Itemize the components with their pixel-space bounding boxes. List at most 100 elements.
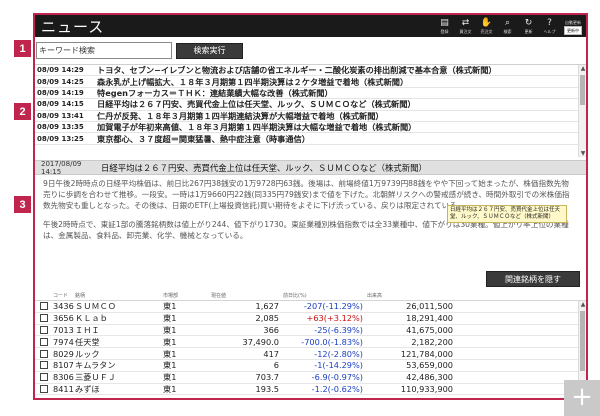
hide-related-stocks-button[interactable]: 関連銘柄を隠す xyxy=(486,271,580,287)
cell-code: 8411 xyxy=(53,383,74,394)
article-body: 9日午後2時時点の日経平均株価は、前日比267円38銭安の1万9728円63銭。… xyxy=(35,175,586,269)
search-execute-button[interactable]: 検索実行 xyxy=(176,42,243,59)
related-stocks-table: コード 銘柄 市場部 現在値 前日比(%) 出来高 3436 ＳＵＭＣＯ 東1 1,6… xyxy=(35,290,586,398)
row-checkbox[interactable] xyxy=(40,302,48,311)
cell-price: 417 xyxy=(263,348,279,359)
article-date: 2017/08/09 14:15 xyxy=(41,159,82,176)
scroll-thumb[interactable] xyxy=(580,311,585,371)
cell-market: 東1 xyxy=(163,301,177,312)
news-headline: 特egenフォーカス＝ＴＨＫ：連結業績大幅な改善（株式新聞） xyxy=(97,87,333,98)
cell-volume: 121,784,000 xyxy=(400,348,453,359)
search-icon: ⌕ xyxy=(504,17,511,28)
callout-badge-1: 1 xyxy=(14,40,31,57)
table-row[interactable]: 8029 ルック 東1 417 -12(-2.80%) 121,784,000 xyxy=(35,348,586,360)
cell-name: ＳＵＭＣＯ xyxy=(75,301,116,312)
sell-button[interactable]: ✋ 売注文 xyxy=(478,18,495,35)
cell-change: -207(-11.29%) xyxy=(303,301,363,312)
cell-name: 三菱ＵＦＪ xyxy=(75,372,116,383)
news-window: ニュース ▤ 登録 ⇄ 買注文 ✋ 売注文 ⌕ 検索 ↻ 更新 ? ヘルプ 自動… xyxy=(33,13,588,400)
cell-name: キムラタン xyxy=(75,360,116,371)
cell-volume: 42,486,300 xyxy=(406,372,453,383)
cell-code: 7013 xyxy=(53,324,74,335)
doc-icon: ▤ xyxy=(440,17,449,28)
cell-name: ルック xyxy=(75,348,100,359)
table-row[interactable]: 3436 ＳＵＭＣＯ 東1 1,627 -207(-11.29%) 26,011,500 xyxy=(35,301,586,313)
cell-code: 8029 xyxy=(53,348,74,359)
search-button[interactable]: ⌕ 検索 xyxy=(499,18,516,35)
table-row[interactable]: 8411 みずほ 東1 193.5 -1.2(-0.62%) 110,933,900 xyxy=(35,384,586,396)
cell-code: 3436 xyxy=(53,301,74,312)
table-row[interactable]: 7974 任天堂 東1 37,490.0 -700.0(-1.83%) 2,182,200 xyxy=(35,336,586,349)
cell-price: 193.5 xyxy=(255,383,279,394)
cell-change: -1(-14.29%) xyxy=(314,360,363,371)
news-row[interactable]: 08/09 13:25 東京都心、３７度超＝関東猛暑、熱中症注意（時事通信） xyxy=(35,133,586,145)
table-header: コード 銘柄 市場部 現在値 前日比(%) 出来高 xyxy=(35,290,586,301)
news-time: 08/09 13:41 xyxy=(37,111,84,120)
table-row[interactable]: 7013 ＩＨＩ 東1 366 -25(-6.39%) 41,675,000 xyxy=(35,325,586,337)
news-time: 08/09 14:25 xyxy=(37,77,84,86)
cell-code: 8107 xyxy=(53,360,74,371)
cell-price: 1,627 xyxy=(255,301,279,312)
cell-name: ＫＬａｂ xyxy=(75,313,108,324)
news-time: 08/09 14:29 xyxy=(37,66,84,75)
scroll-down-icon[interactable]: ▼ xyxy=(579,150,586,157)
row-checkbox[interactable] xyxy=(40,361,48,370)
cell-volume: 41,675,000 xyxy=(406,324,453,335)
table-row[interactable]: 3656 ＫＬａｂ 東1 2,085 +63(+3.12%) 18,291,400 xyxy=(35,313,586,325)
expand-plus-button[interactable]: + xyxy=(564,380,600,416)
cell-change: -700.0(-1.83%) xyxy=(301,336,363,347)
cell-price: 703.7 xyxy=(255,372,279,383)
cell-code: 7974 xyxy=(53,336,74,347)
cell-name: みずほ xyxy=(75,383,100,394)
news-headline: 日経平均は２６７円安、売買代金上位は任天堂、ルック、ＳＵＭＣＯなど（株式新聞） xyxy=(97,99,416,110)
refresh-icon: ↻ xyxy=(524,17,533,28)
cell-market: 東1 xyxy=(163,372,177,383)
title-bar: ニュース ▤ 登録 ⇄ 買注文 ✋ 売注文 ⌕ 検索 ↻ 更新 ? ヘルプ 自動… xyxy=(35,15,586,37)
news-list: 08/09 14:29 トヨタ、セブン−イレブンと物流および店舗の省エネルギー・二… xyxy=(35,64,586,157)
search-row: 検索実行 xyxy=(35,37,586,64)
table-row[interactable]: 8107 キムラタン 東1 6 -1(-14.29%) 53,659,000 xyxy=(35,360,586,372)
cell-volume: 53,659,000 xyxy=(406,360,453,371)
news-headline: 仁丹が反発、１８年３月期第１四半期連結決算が大幅増益で着地（株式新聞） xyxy=(97,110,384,121)
cell-price: 2,085 xyxy=(255,313,279,324)
row-checkbox[interactable] xyxy=(40,337,48,346)
help-icon: ? xyxy=(547,17,552,28)
scroll-up-icon[interactable]: ▲ xyxy=(579,301,586,308)
cell-price: 6 xyxy=(273,360,279,371)
news-scrollbar[interactable]: ▲ ▼ xyxy=(578,65,586,157)
table-row[interactable]: 8306 三菱ＵＦＪ 東1 703.7 -6.9(-0.97%) 42,486,300 xyxy=(35,372,586,384)
row-checkbox[interactable] xyxy=(40,384,48,393)
cell-volume: 26,011,500 xyxy=(406,301,453,312)
cell-market: 東1 xyxy=(163,383,177,394)
toolbar: ▤ 登録 ⇄ 買注文 ✋ 売注文 ⌕ 検索 ↻ 更新 ? ヘルプ 自動更新 更新… xyxy=(436,18,582,35)
buy-sell-button[interactable]: ⇄ 買注文 xyxy=(457,18,474,35)
news-time: 08/09 14:15 xyxy=(37,100,84,109)
refresh-button[interactable]: ↻ 更新 xyxy=(520,18,537,35)
auto-update-status: 更新中 xyxy=(564,25,582,35)
cell-change: +63(+3.12%) xyxy=(306,313,363,324)
cell-change: -12(-2.80%) xyxy=(314,348,363,359)
scroll-up-icon[interactable]: ▲ xyxy=(579,65,586,72)
hide-row: 関連銘柄を隠す xyxy=(35,269,586,290)
order-icon: ⇄ xyxy=(461,17,470,28)
row-checkbox[interactable] xyxy=(40,325,48,334)
row-checkbox[interactable] xyxy=(40,314,48,323)
keyword-search-input[interactable] xyxy=(36,42,172,59)
cell-name: 任天堂 xyxy=(75,336,100,347)
auto-update-toggle[interactable]: 自動更新 更新中 xyxy=(564,20,582,35)
news-time: 08/09 14:19 xyxy=(37,88,84,97)
cell-volume: 110,933,900 xyxy=(400,383,453,394)
news-headline: 加賀電子が年初来高値、１８年３月期第１四半期決算は大幅な増益で着地（株式新聞） xyxy=(97,122,417,133)
row-checkbox[interactable] xyxy=(40,349,48,358)
cell-market: 東1 xyxy=(163,336,177,347)
cell-name: ＩＨＩ xyxy=(75,325,100,335)
news-time: 08/09 13:35 xyxy=(37,123,84,132)
register-button[interactable]: ▤ 登録 xyxy=(436,18,453,35)
news-headline: 森永乳が上げ幅拡大、１８年３月期第１四半期決算は２ケタ増益で着地（株式新聞） xyxy=(97,76,409,87)
scroll-thumb[interactable] xyxy=(580,75,585,105)
cell-market: 東1 xyxy=(163,360,177,371)
cell-market: 東1 xyxy=(163,313,177,324)
help-button[interactable]: ? ヘルプ xyxy=(541,18,558,35)
cell-change: -6.9(-0.97%) xyxy=(311,372,363,383)
row-checkbox[interactable] xyxy=(40,373,48,382)
